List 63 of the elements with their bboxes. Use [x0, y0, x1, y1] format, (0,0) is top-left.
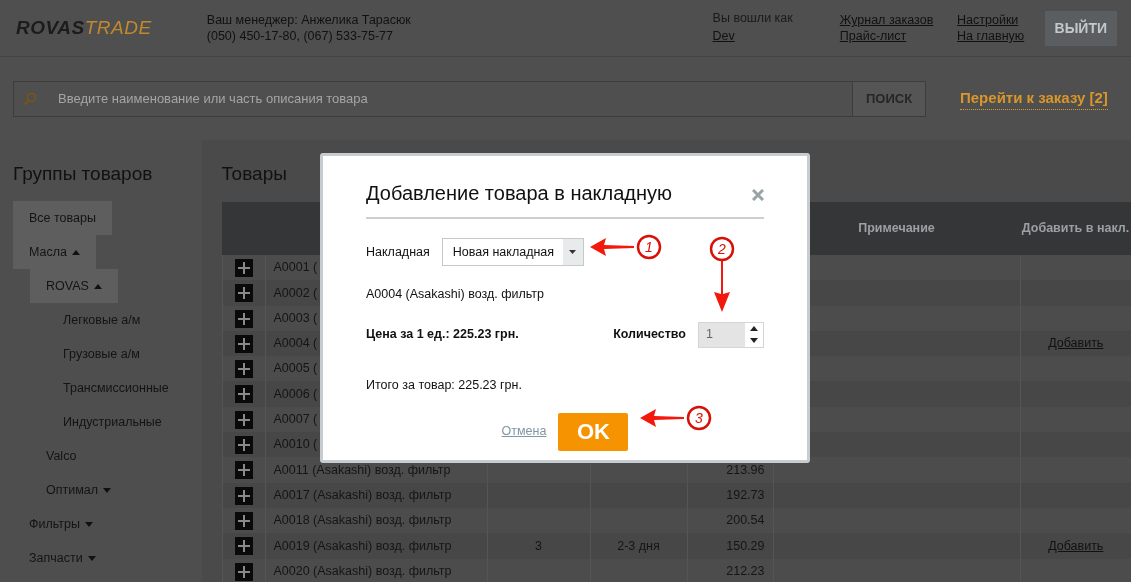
- sidebar-item[interactable]: Оптимал: [30, 472, 128, 507]
- add-plus-icon[interactable]: [234, 461, 253, 480]
- sidebar-item[interactable]: Индустриальные: [47, 404, 178, 439]
- down-arrow-icon[interactable]: [750, 338, 758, 344]
- sidebar-item[interactable]: ROVAS: [30, 268, 118, 303]
- manager-text: Ваш менеджер: Анжелика Тарасюк: [206, 12, 412, 28]
- product-name: A0001 (: [273, 260, 318, 275]
- caret-icon: [569, 250, 577, 254]
- dialog-title: Добавление товара в накладную: [366, 181, 673, 206]
- settings-link[interactable]: Настройки: [957, 12, 1045, 28]
- user-link[interactable]: Dev: [712, 29, 735, 44]
- quantity-field[interactable]: 1: [699, 322, 745, 347]
- add-plus-icon[interactable]: [234, 360, 253, 379]
- sidebar-item[interactable]: Масла: [13, 234, 96, 269]
- add-plus-icon[interactable]: [234, 284, 253, 303]
- add-plus-icon[interactable]: [234, 537, 253, 556]
- quantity-spinner[interactable]: 1: [698, 321, 764, 348]
- search-field[interactable]: Введите наименование или часть описания товара: [13, 80, 853, 117]
- quantity-label: Количество: [613, 326, 686, 344]
- sidebar-item[interactable]: Грузовые а/м: [47, 336, 156, 371]
- products-title: Товары: [221, 163, 287, 184]
- add-plus-icon[interactable]: [234, 511, 253, 530]
- product-name: A0005 (: [273, 361, 318, 376]
- arrow: [590, 238, 634, 256]
- sidebar-item[interactable]: Фильтры: [13, 506, 109, 541]
- add-plus-icon[interactable]: [234, 436, 253, 455]
- search-icon: [23, 91, 37, 106]
- number-marker: 3: [686, 405, 712, 431]
- sidebar-item[interactable]: Трансмиссионные: [47, 370, 185, 405]
- orders-link[interactable]: Журнал заказов: [839, 12, 958, 28]
- add-plus-icon[interactable]: [234, 309, 253, 328]
- cancel-link[interactable]: Отмена: [501, 422, 547, 441]
- phone-text: (050) 450-17-80, (067) 533-75-77: [206, 28, 395, 44]
- home-link[interactable]: На главную: [957, 28, 1045, 44]
- column-header: Добавить в накл.: [1020, 202, 1131, 255]
- arrow: [640, 409, 684, 427]
- go-to-order-link[interactable]: Перейти к заказу [2]: [960, 86, 1108, 111]
- product-name: A0003 (: [273, 310, 318, 325]
- close-icon: [752, 189, 764, 202]
- sidebar-item[interactable]: Запчасти: [13, 540, 112, 575]
- add-plus-icon[interactable]: [234, 410, 253, 429]
- number-marker: 1: [636, 234, 662, 260]
- logout-button[interactable]: ВЫЙТИ: [1044, 10, 1117, 46]
- up-arrow-icon[interactable]: [750, 326, 758, 332]
- sidebar-title: Группы товаров: [13, 162, 154, 186]
- arrow: [714, 261, 730, 312]
- invoice-label: Накладная: [366, 243, 430, 261]
- unit-price-text: Цена за 1 ед.: 225.23 грн.: [366, 326, 519, 344]
- price-list-link[interactable]: Прайс-лист: [839, 28, 958, 44]
- add-plus-icon[interactable]: [234, 385, 253, 404]
- total-text: Итого за товар: 225.23 грн.: [366, 376, 523, 394]
- add-plus-icon[interactable]: [234, 334, 253, 353]
- sidebar-item[interactable]: Valco: [30, 438, 93, 473]
- sidebar-item[interactable]: Легковые а/м: [47, 302, 157, 337]
- product-name: A0004 (Asakashi) возд. фильтр: [366, 286, 545, 303]
- number-marker: 2: [709, 236, 735, 262]
- product-name: A0007 (: [273, 412, 318, 427]
- sidebar-item[interactable]: Все товары: [13, 200, 112, 235]
- invoice-dropdown[interactable]: Новая накладная: [441, 238, 584, 266]
- add-plus-icon[interactable]: [234, 486, 253, 505]
- add-plus-icon[interactable]: [234, 562, 253, 581]
- ok-button[interactable]: OK: [558, 412, 629, 451]
- add-plus-icon[interactable]: [234, 258, 253, 277]
